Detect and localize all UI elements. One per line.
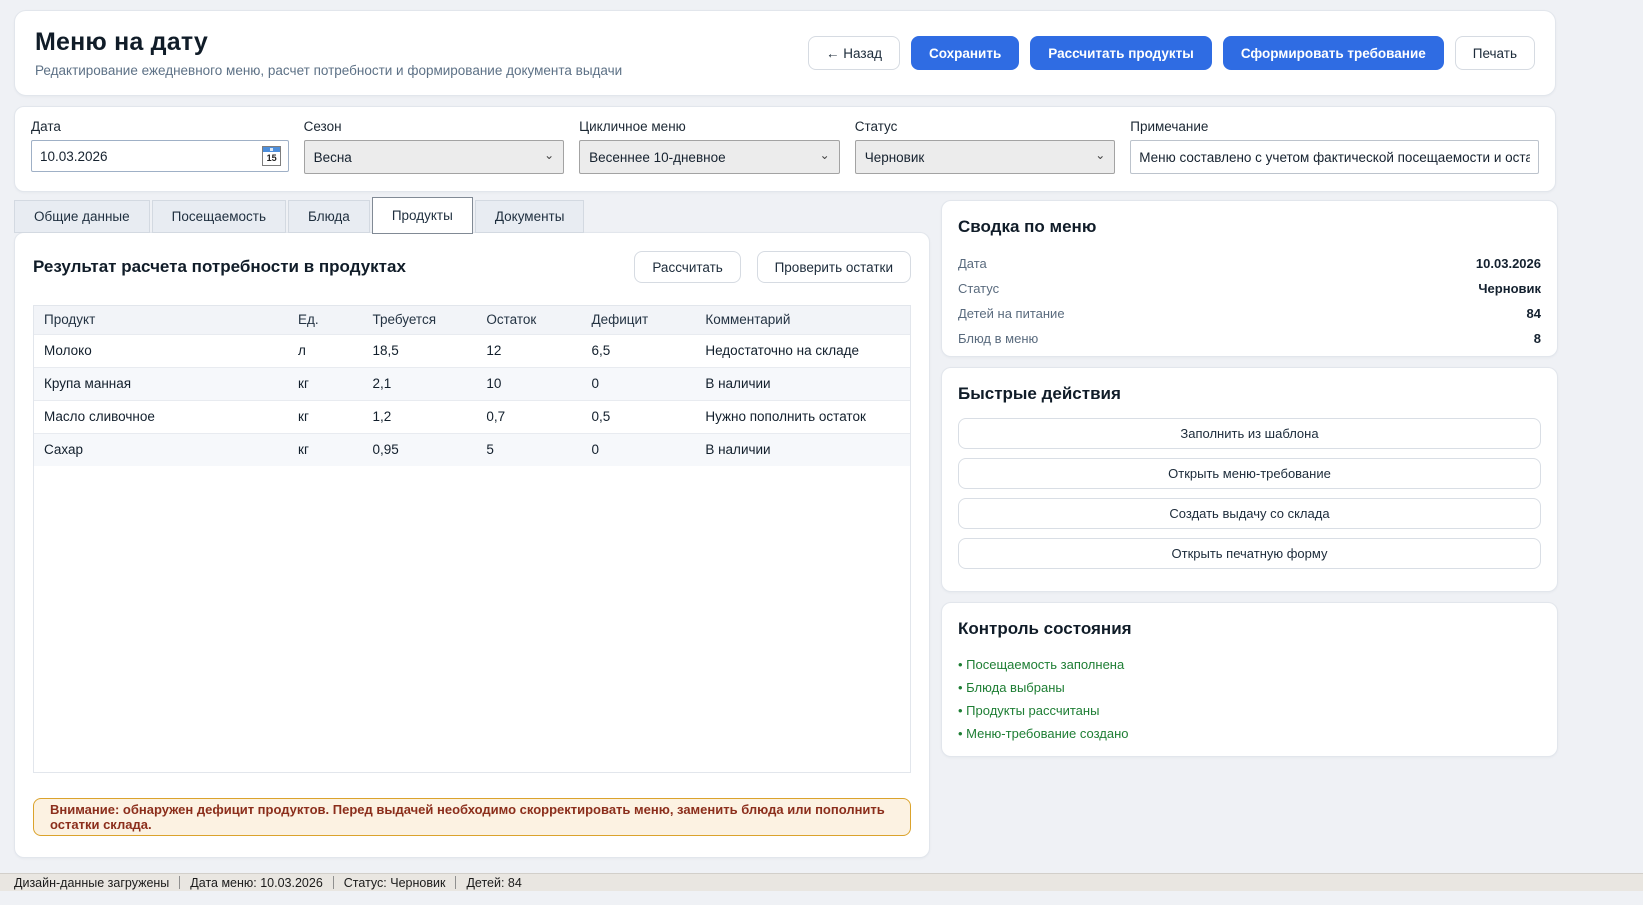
status-divider xyxy=(179,876,180,889)
products-panel: Результат расчета потребности в продукта… xyxy=(14,232,930,858)
calculate-button[interactable]: Рассчитать xyxy=(634,251,740,283)
print-button[interactable]: Печать xyxy=(1455,36,1535,70)
status-design-data: Дизайн-данные загружены xyxy=(14,876,169,890)
tab-dishes[interactable]: Блюда xyxy=(288,200,370,233)
col-comment: Комментарий xyxy=(695,306,910,334)
note-input[interactable] xyxy=(1130,140,1539,174)
status-select[interactable]: Черновик xyxy=(855,140,1116,174)
col-unit: Ед. xyxy=(288,306,362,334)
status-menu-status: Статус: Черновик xyxy=(344,876,446,890)
deficit-warning-text: Внимание: обнаружен дефицит продуктов. П… xyxy=(50,802,894,832)
open-print-form-button[interactable]: Открыть печатную форму xyxy=(958,538,1541,569)
menu-summary-title: Сводка по меню xyxy=(958,217,1541,237)
status-menu-date: Дата меню: 10.03.2026 xyxy=(190,876,322,890)
control-item-products: Продукты рассчитаны xyxy=(958,699,1541,722)
tab-products[interactable]: Продукты xyxy=(372,197,473,234)
col-required: Требуется xyxy=(362,306,476,334)
table-row[interactable]: Сахар кг 0,95 5 0 В наличии xyxy=(34,433,910,466)
control-item-requisition: Меню-требование создано xyxy=(958,722,1541,745)
table-header-row: Продукт Ед. Требуется Остаток Дефицит Ко… xyxy=(34,306,910,334)
menu-summary-card: Сводка по меню Дата 10.03.2026 Статус Че… xyxy=(941,200,1558,357)
calendar-icon[interactable]: 15 xyxy=(259,144,285,168)
make-requisition-button[interactable]: Сформировать требование xyxy=(1223,36,1444,70)
cyclic-menu-select-value: Весеннее 10-дневное xyxy=(589,150,725,165)
table-row[interactable]: Молоко л 18,5 12 6,5 Недостаточно на скл… xyxy=(34,334,910,367)
page-title: Меню на дату xyxy=(35,28,622,57)
cyclic-menu-label: Цикличное меню xyxy=(579,119,840,134)
summary-row-children: Детей на питание 84 xyxy=(958,301,1541,326)
table-row[interactable]: Масло сливочное кг 1,2 0,7 0,5 Нужно поп… xyxy=(34,400,910,433)
products-table: Продукт Ед. Требуется Остаток Дефицит Ко… xyxy=(34,306,910,466)
calculate-products-button[interactable]: Рассчитать продукты xyxy=(1030,36,1212,70)
season-label: Сезон xyxy=(304,119,565,134)
tab-general[interactable]: Общие данные xyxy=(14,200,150,233)
check-stock-button[interactable]: Проверить остатки xyxy=(757,251,911,283)
season-field-group: Сезон Весна xyxy=(304,119,565,191)
status-divider xyxy=(455,876,456,889)
season-select[interactable]: Весна xyxy=(304,140,565,174)
products-panel-title: Результат расчета потребности в продукта… xyxy=(33,257,406,277)
products-table-container: Продукт Ед. Требуется Остаток Дефицит Ко… xyxy=(33,305,911,773)
quick-actions-card: Быстрые действия Заполнить из шаблона От… xyxy=(941,367,1558,592)
tab-documents[interactable]: Документы xyxy=(475,200,585,233)
status-divider xyxy=(333,876,334,889)
open-menu-requisition-button[interactable]: Открыть меню-требование xyxy=(958,458,1541,489)
page-header-text: Меню на дату Редактирование ежедневного … xyxy=(35,28,622,78)
note-field-group: Примечание xyxy=(1130,119,1539,191)
page-header: Меню на дату Редактирование ежедневного … xyxy=(14,10,1556,96)
table-row[interactable]: Крупа манная кг 2,1 10 0 В наличии xyxy=(34,367,910,400)
status-label: Статус xyxy=(855,119,1116,134)
status-select-value: Черновик xyxy=(865,150,925,165)
summary-row-date: Дата 10.03.2026 xyxy=(958,251,1541,276)
sidebar: Сводка по меню Дата 10.03.2026 Статус Че… xyxy=(941,200,1558,767)
status-bar: Дизайн-данные загружены Дата меню: 10.03… xyxy=(0,873,1643,891)
header-actions: ← Назад Сохранить Рассчитать продукты Сф… xyxy=(808,36,1535,70)
season-select-value: Весна xyxy=(314,150,352,165)
status-children-count: Детей: 84 xyxy=(466,876,521,890)
products-panel-head: Результат расчета потребности в продукта… xyxy=(33,249,911,285)
date-input[interactable] xyxy=(31,140,289,172)
deficit-warning-banner: Внимание: обнаружен дефицит продуктов. П… xyxy=(33,798,911,836)
cyclic-menu-field-group: Цикличное меню Весеннее 10-дневное xyxy=(579,119,840,191)
fill-from-template-button[interactable]: Заполнить из шаблона xyxy=(958,418,1541,449)
date-label: Дата xyxy=(31,119,289,134)
tab-attendance[interactable]: Посещаемость xyxy=(152,200,286,233)
date-field-group: Дата 15 xyxy=(31,119,289,191)
state-control-title: Контроль состояния xyxy=(958,619,1541,639)
summary-row-status: Статус Черновик xyxy=(958,276,1541,301)
page-subtitle: Редактирование ежедневного меню, расчет … xyxy=(35,63,622,78)
status-field-group: Статус Черновик xyxy=(855,119,1116,191)
create-warehouse-issue-button[interactable]: Создать выдачу со склада xyxy=(958,498,1541,529)
cyclic-menu-select[interactable]: Весеннее 10-дневное xyxy=(579,140,840,174)
summary-row-dishes: Блюд в меню 8 xyxy=(958,326,1541,351)
col-deficit: Дефицит xyxy=(581,306,695,334)
control-item-attendance: Посещаемость заполнена xyxy=(958,653,1541,676)
quick-actions-title: Быстрые действия xyxy=(958,384,1541,404)
back-button[interactable]: ← Назад xyxy=(808,36,900,70)
state-control-card: Контроль состояния Посещаемость заполнен… xyxy=(941,602,1558,757)
control-item-dishes: Блюда выбраны xyxy=(958,676,1541,699)
filters-panel: Дата 15 Сезон Весна Цикличное меню Весен… xyxy=(14,106,1556,192)
tab-bar: Общие данные Посещаемость Блюда Продукты… xyxy=(14,200,586,233)
save-button[interactable]: Сохранить xyxy=(911,36,1019,70)
col-remainder: Остаток xyxy=(476,306,581,334)
note-label: Примечание xyxy=(1130,119,1539,134)
col-product: Продукт xyxy=(34,306,288,334)
